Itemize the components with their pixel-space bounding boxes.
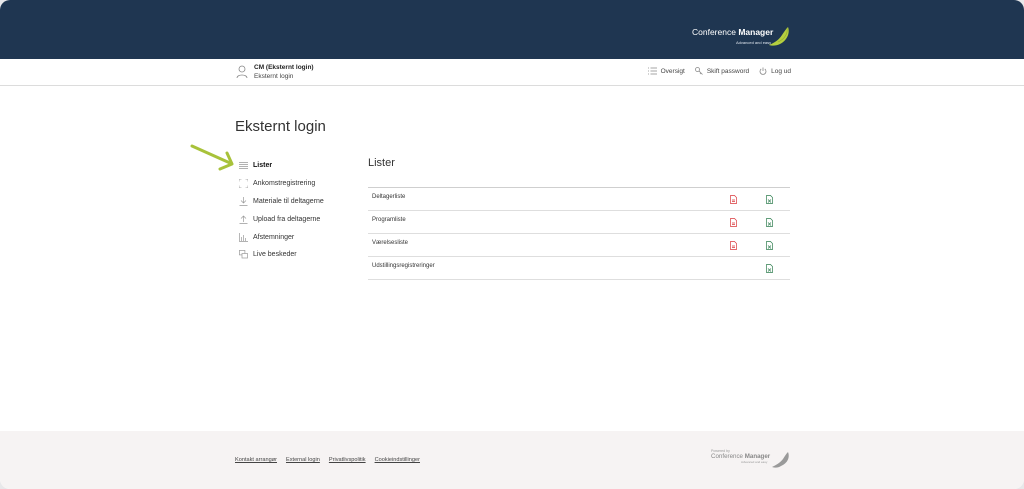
footer-link-cookies[interactable]: Cookieindstillinger [375,457,420,463]
banana-logo-icon [769,27,789,46]
row-label: Værelsesliste [372,240,409,246]
nav-skift-password[interactable]: Skift password [694,67,749,75]
footer-link-privatliv[interactable]: Privatlivspolitik [329,457,366,463]
user-icon [236,65,248,79]
bar-chart-icon [239,232,248,242]
brand-name: Conference Manager [692,27,774,37]
upload-icon [239,215,248,224]
table-row: Værelsesliste [368,234,790,257]
row-label: Programliste [372,217,406,223]
download-icon [239,196,248,206]
power-icon [759,67,767,75]
sidebar-item-upload[interactable]: Upload fra deltagerne [239,210,324,228]
footer-links: Kontakt arrangør External login Privatli… [235,457,420,463]
user-name: CM (Eksternt login) [254,64,314,71]
sidebar-item-afstemninger[interactable]: Afstemninger [239,228,324,246]
user-bar [0,59,1024,86]
sidebar-item-materiale[interactable]: Materiale til deltagerne [239,193,324,211]
powered-by-logo[interactable]: Powered by Conference Manager Advanced a… [711,449,770,464]
sidebar-item-ankomstregistrering[interactable]: Ankomstregistrering [239,175,324,193]
powered-by-brand: Conference Manager [711,453,771,460]
user-role: Eksternt login [254,73,294,80]
key-icon [694,67,703,75]
list-icon [239,162,248,170]
excel-download-icon[interactable] [766,241,773,250]
excel-download-icon[interactable] [766,264,773,273]
scan-icon [239,179,248,189]
table-row: Programliste [368,211,790,234]
pdf-download-icon[interactable] [730,218,737,227]
arrow-pointer-icon [190,144,234,171]
brand-logo[interactable]: Conference Manager Advanced and easy [692,27,774,45]
section-title: Lister [368,157,395,169]
sidebar-nav: Lister Ankomstregistrering Materiale til… [239,157,324,264]
app-window: Conference Manager Advanced and easy CM … [0,0,1024,489]
row-label: Udstillingsregistreringer [372,263,435,269]
banana-logo-icon [772,452,789,468]
pdf-download-icon[interactable] [730,195,737,204]
list-icon [647,67,657,75]
top-nav: Oversigt Skift password Log ud [647,67,791,75]
excel-download-icon[interactable] [766,195,773,204]
nav-log-ud[interactable]: Log ud [759,67,791,75]
table-row: Deltagerliste [368,188,790,211]
table-row: Udstillingsregistreringer [368,257,790,280]
lists-table: Deltagerliste Programliste Værelsesliste [368,187,790,280]
chat-icon [239,250,248,259]
nav-oversigt[interactable]: Oversigt [647,67,685,75]
pdf-download-icon[interactable] [730,241,737,250]
user-info: CM (Eksternt login) Eksternt login [236,64,314,81]
excel-download-icon[interactable] [766,218,773,227]
footer-link-external-login[interactable]: External login [286,457,320,463]
brand-tagline: Advanced and easy [736,40,772,45]
sidebar-item-lister[interactable]: Lister [239,157,324,175]
sidebar-item-live-beskeder[interactable]: Live beskeder [239,246,324,264]
powered-by-tagline: Advanced and easy [741,460,768,464]
footer [0,431,1024,489]
row-label: Deltagerliste [372,194,406,200]
footer-link-kontakt[interactable]: Kontakt arrangør [235,457,277,463]
page-title: Eksternt login [235,118,326,135]
top-header [0,0,1024,59]
